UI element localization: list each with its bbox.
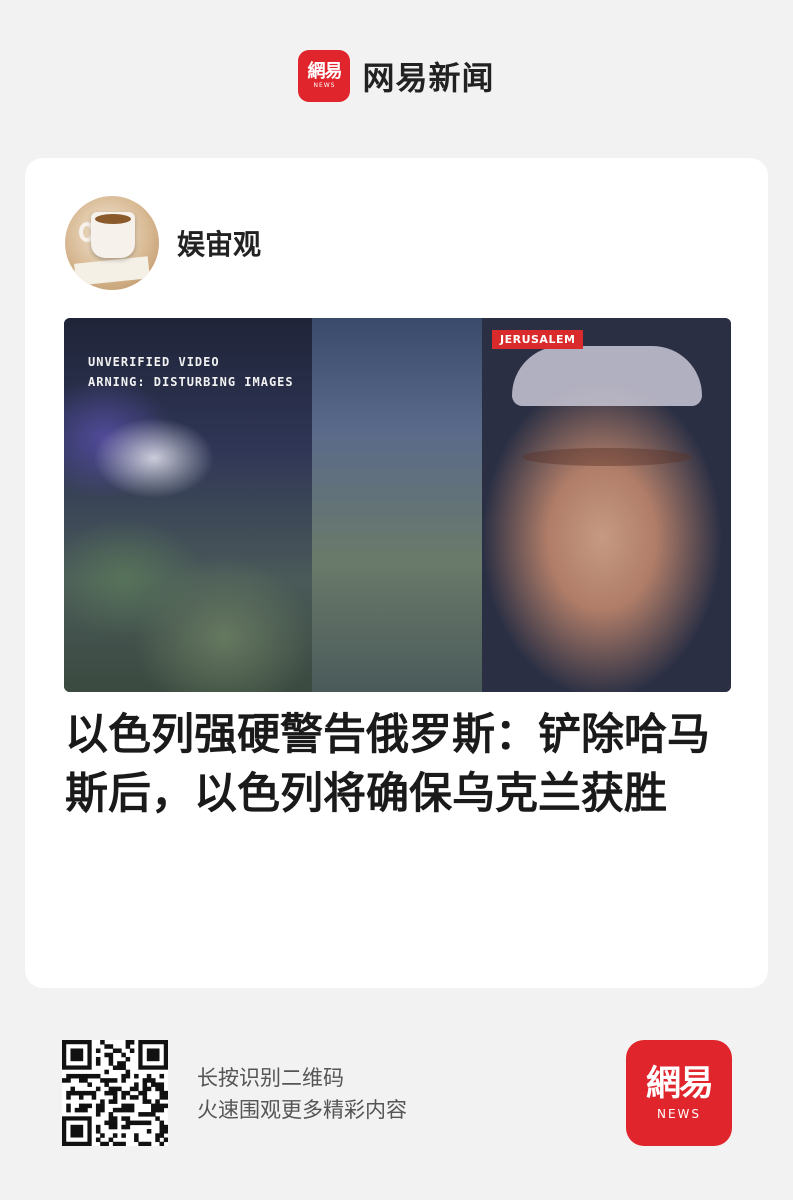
scan-line-2: 火速围观更多精彩内容 bbox=[197, 1098, 407, 1122]
scan-instructions: 长按识别二维码 火速围观更多精彩内容 bbox=[197, 1062, 407, 1126]
author-row[interactable]: 娱宙观 bbox=[65, 196, 261, 290]
brand-header: 網易 NEWS 网易新闻 bbox=[0, 50, 793, 102]
netease-app-logo-icon[interactable]: 網易 NEWS bbox=[626, 1040, 732, 1146]
video-panel-right: JERUSALEM bbox=[482, 318, 731, 692]
video-warning-text: UNVERIFIED VIDEO ARNING: DISTURBING IMAG… bbox=[88, 355, 294, 389]
video-panel-middle bbox=[312, 318, 482, 692]
article-card[interactable]: 娱宙观 UNVERIFIED VIDEO ARNING: DISTURBING … bbox=[25, 158, 768, 988]
logo-en-text-large: NEWS bbox=[656, 1106, 702, 1121]
brand-name: 网易新闻 bbox=[362, 59, 495, 97]
author-avatar[interactable] bbox=[65, 196, 159, 290]
video-thumbnail[interactable]: UNVERIFIED VIDEO ARNING: DISTURBING IMAG… bbox=[64, 318, 731, 692]
logo-cn-text: 網易 bbox=[307, 61, 342, 82]
author-name[interactable]: 娱宙观 bbox=[177, 223, 261, 263]
logo-cn-text-large: 網易 bbox=[645, 1063, 714, 1104]
scan-line-1: 长按识别二维码 bbox=[197, 1066, 344, 1090]
video-panel-left: UNVERIFIED VIDEO ARNING: DISTURBING IMAG… bbox=[64, 318, 312, 692]
location-tag: JERUSALEM bbox=[492, 330, 584, 349]
share-footer: 长按识别二维码 火速围观更多精彩内容 網易 NEWS bbox=[62, 1040, 732, 1148]
netease-news-logo-icon: 網易 NEWS bbox=[298, 50, 351, 102]
logo-en-text: NEWS bbox=[313, 82, 336, 89]
qr-code-icon[interactable] bbox=[62, 1040, 168, 1146]
article-headline[interactable]: 以色列强硬警告俄罗斯：铲除哈马斯后，以色列将确保乌克兰获胜 bbox=[65, 706, 731, 824]
